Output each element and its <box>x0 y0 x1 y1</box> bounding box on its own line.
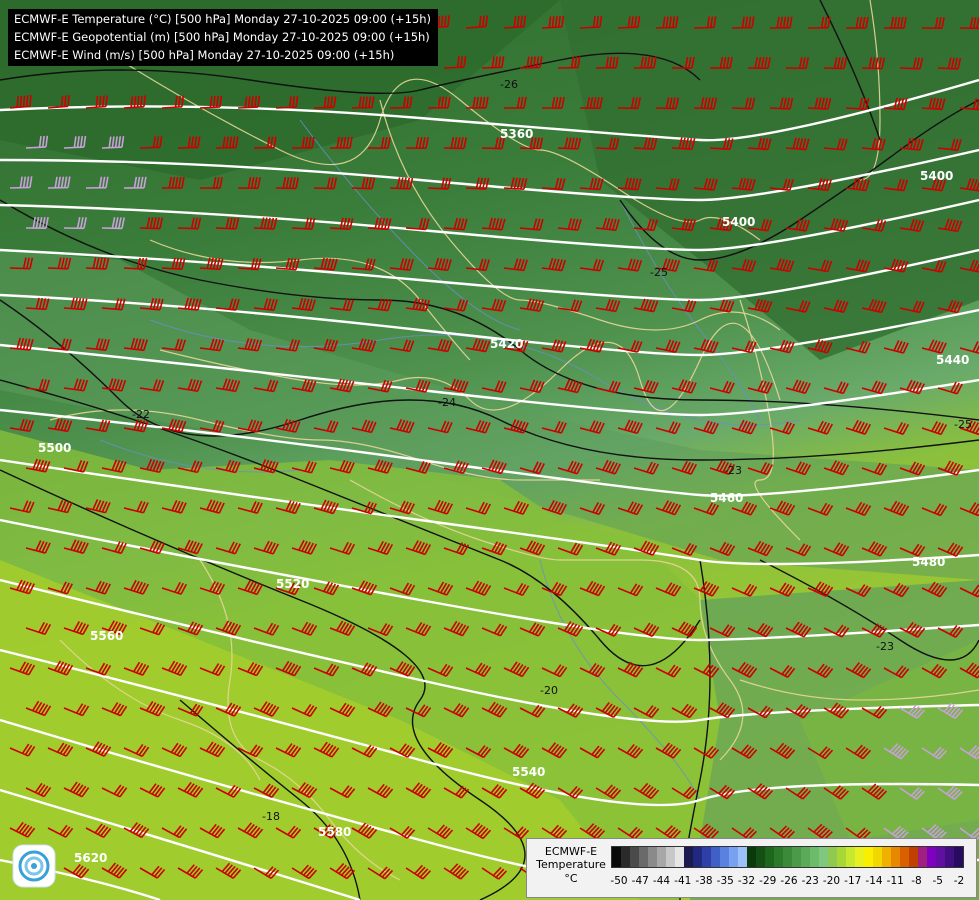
isotherm-label: -26 <box>500 78 518 91</box>
isotherm-label: -23 <box>876 640 894 653</box>
color-scale-swatch <box>693 847 702 867</box>
color-scale-swatch <box>846 847 855 867</box>
isohypse-label: 5460 <box>710 491 743 505</box>
weather-map: 5360 5400 5400 5420 5440 5460 5480 5500 … <box>0 0 979 900</box>
meteo-logo-icon <box>12 844 56 888</box>
color-scale-tick: -5 <box>932 875 943 887</box>
legend-model: ECMWF-E <box>544 845 598 858</box>
isohypse-label: 5500 <box>38 441 71 455</box>
color-scale-tick: -38 <box>695 875 713 887</box>
map-title-box: ECMWF-E Temperature (°C) [500 hPa] Monda… <box>8 9 439 66</box>
isotherm-label: -25 <box>954 418 972 431</box>
color-scale-tick: -8 <box>911 875 922 887</box>
color-scale-swatch <box>657 847 666 867</box>
color-scale-swatch <box>648 847 657 867</box>
color-scale-swatch <box>630 847 639 867</box>
color-scale-swatch <box>675 847 684 867</box>
isohypse-label: 5440 <box>936 353 969 367</box>
color-scale-swatch <box>855 847 864 867</box>
color-scale-tick: -11 <box>886 875 904 887</box>
isohypse-label: 5420 <box>490 337 523 351</box>
isotherm-label: -24 <box>438 396 456 409</box>
legend-label: ECMWF-E Temperature °C <box>533 845 609 885</box>
color-scale-swatch <box>909 847 918 867</box>
isotherm-label: -23 <box>724 464 742 477</box>
color-scale-swatch <box>738 847 747 867</box>
color-scale-swatch <box>792 847 801 867</box>
color-scale-swatch <box>801 847 810 867</box>
isotherm-label: -22 <box>132 408 150 421</box>
color-scale-swatch <box>927 847 936 867</box>
title-temperature: ECMWF-E Temperature (°C) [500 hPa] Monda… <box>14 12 432 26</box>
color-scale-swatch <box>612 847 621 867</box>
color-scale-swatch <box>774 847 783 867</box>
color-scale-swatch <box>747 847 756 867</box>
color-scale-swatch <box>918 847 927 867</box>
color-scale-tick: -47 <box>631 875 649 887</box>
color-scale-swatch <box>765 847 774 867</box>
color-scale-tick: -20 <box>822 875 841 887</box>
isohypse-label: 5400 <box>722 215 755 229</box>
color-scale-swatch <box>621 847 630 867</box>
color-scale-swatch <box>729 847 738 867</box>
color-scale-swatch <box>873 847 882 867</box>
isohypse-label: 5400 <box>920 169 953 183</box>
color-scale-swatch <box>828 847 837 867</box>
color-scale-tick: -17 <box>844 875 862 887</box>
color-scale-tick: -32 <box>737 875 756 887</box>
isohypse-label: 5580 <box>318 825 351 839</box>
color-scale-tick: -35 <box>716 875 734 887</box>
color-scale-swatch <box>702 847 711 867</box>
color-scale-ticks: -50 -47 -44 -41 -38 -35 -32 -29 -26 -23 -20 -17 -14-… <box>610 875 973 889</box>
color-scale-swatch <box>837 847 846 867</box>
color-scale-swatch <box>720 847 729 867</box>
color-scale-tick: -29 <box>759 875 777 887</box>
color-scale-swatch <box>639 847 648 867</box>
color-scale-swatch <box>864 847 873 867</box>
color-scale-tick: -14 <box>865 875 883 887</box>
legend-unit: °C <box>564 872 578 885</box>
color-scale-tick: -50 <box>610 875 628 887</box>
color-scale-swatch <box>891 847 900 867</box>
isotherm-label: -25 <box>650 266 668 279</box>
color-scale-tick: -26 <box>780 875 798 887</box>
isohypse-label: 5560 <box>90 629 123 643</box>
color-scale-tick: -41 <box>674 875 692 887</box>
color-scale-swatch <box>666 847 675 867</box>
temperature-legend: ECMWF-E Temperature °C -50 -47 -44 -41 -38 -3… <box>526 838 977 898</box>
title-geopotential: ECMWF-E Geopotential (m) [500 hPa] Monda… <box>14 30 430 44</box>
color-scale-swatch <box>756 847 765 867</box>
color-scale-swatch <box>945 847 954 867</box>
isohypse-label: 5540 <box>512 765 545 779</box>
color-scale-swatch <box>711 847 720 867</box>
color-scale-swatch <box>783 847 792 867</box>
color-scale-bar <box>611 846 964 868</box>
legend-variable: Temperature <box>536 858 606 871</box>
isotherm-label: -20 <box>540 684 558 697</box>
color-scale-swatch <box>936 847 945 867</box>
isohypse-label: 5480 <box>912 555 945 569</box>
color-scale-tick: -2 <box>953 875 965 887</box>
color-scale-swatch <box>684 847 693 867</box>
color-scale-swatch <box>882 847 891 867</box>
isohypse-label: 5360 <box>500 127 533 141</box>
color-scale-tick: -44 <box>652 875 671 887</box>
color-scale-tick: -23 <box>801 875 819 887</box>
color-scale-swatch <box>819 847 828 867</box>
isohypse-label: 5620 <box>74 851 107 865</box>
isohypse-label: 5520 <box>276 577 309 591</box>
isotherm-label: -18 <box>262 810 280 823</box>
color-scale-swatch <box>810 847 819 867</box>
color-scale-swatch <box>900 847 909 867</box>
title-wind: ECMWF-E Wind (m/s) [500 hPa] Monday 27-1… <box>14 48 395 62</box>
color-scale-swatch <box>954 847 963 867</box>
